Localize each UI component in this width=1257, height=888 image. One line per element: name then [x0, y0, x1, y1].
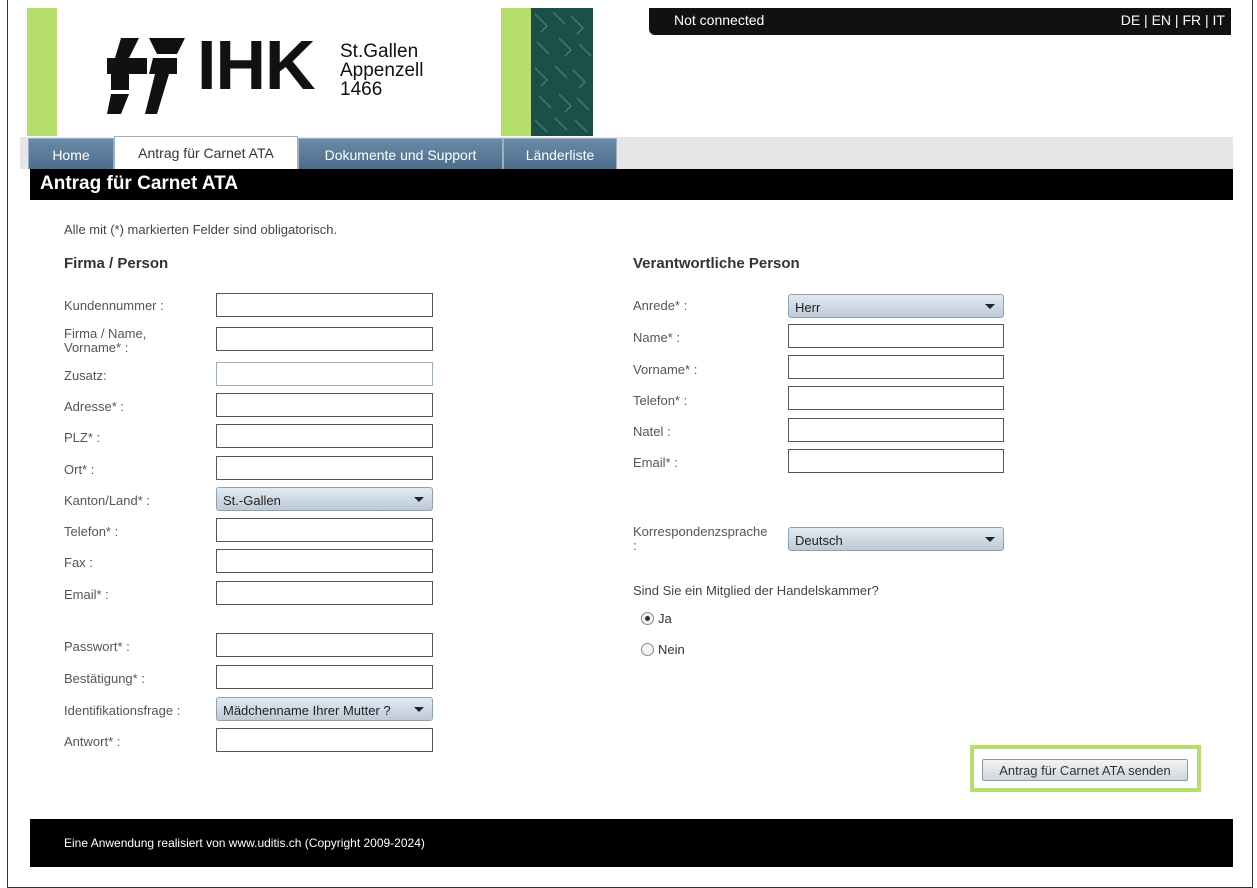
bestaetigung-input[interactable]	[216, 665, 433, 689]
label-sprache-line: :	[633, 538, 637, 553]
radio-unselected-icon[interactable]	[641, 643, 654, 656]
member-option-ja[interactable]: Ja	[641, 611, 672, 626]
passwort-input[interactable]	[216, 633, 433, 657]
label-sprache-line: Korrespondenzsprache	[633, 524, 768, 539]
section-title-person: Verantwortliche Person	[633, 255, 800, 272]
person-telefon-input[interactable]	[788, 386, 1004, 410]
kundennummer-input[interactable]	[216, 293, 433, 317]
label-adresse: Adresse* :	[64, 399, 124, 414]
anrede-select[interactable]: Herr	[788, 294, 1004, 318]
chamber-name-line: St.Gallen	[340, 41, 419, 62]
label-vorname: Vorname* :	[633, 362, 698, 377]
required-fields-note: Alle mit (*) markierten Felder sind obli…	[64, 222, 338, 237]
lang-en[interactable]: EN	[1152, 12, 1171, 28]
fax-input[interactable]	[216, 549, 433, 573]
green-accent-bar	[501, 8, 531, 136]
telefon-input[interactable]	[216, 518, 433, 542]
label-natel: Natel :	[633, 424, 671, 439]
label-bestaetigung: Bestätigung* :	[64, 671, 145, 686]
plz-input[interactable]	[216, 424, 433, 448]
firma-name-input[interactable]	[216, 327, 433, 351]
label-ort: Ort* :	[64, 462, 95, 477]
tab-laenderliste[interactable]: Länderliste	[503, 138, 617, 169]
tab-home[interactable]: Home	[28, 138, 114, 169]
kanton-select[interactable]: St.-Gallen	[216, 487, 433, 511]
tab-dokumente-support[interactable]: Dokumente und Support	[298, 138, 503, 169]
lang-fr[interactable]: FR	[1182, 12, 1201, 28]
name-input[interactable]	[788, 324, 1004, 348]
label-kundennummer: Kundennummer :	[64, 298, 164, 313]
connection-status: Not connected	[674, 12, 765, 28]
label-identifikationsfrage: Identifikationsfrage :	[64, 703, 181, 718]
member-question: Sind Sie ein Mitglied der Handelskammer?	[633, 583, 879, 598]
label-email: Email* :	[64, 587, 109, 602]
header-banner: IHK St.Gallen Appenzell 1466	[27, 8, 593, 136]
label-kanton: Kanton/Land* :	[64, 493, 151, 508]
label-name: Name* :	[633, 330, 680, 345]
member-option-label: Nein	[658, 642, 685, 657]
label-firma-line: Vorname* :	[64, 340, 129, 355]
footer: Eine Anwendung realisiert von www.uditis…	[30, 819, 1233, 867]
ort-input[interactable]	[216, 456, 433, 480]
label-fax: Fax :	[64, 555, 93, 570]
label-anrede: Anrede* :	[633, 298, 688, 313]
status-bar: Not connected DE | EN | FR | IT	[649, 8, 1231, 35]
label-zusatz: Zusatz:	[64, 368, 107, 383]
person-email-input[interactable]	[788, 449, 1004, 473]
zusatz-input[interactable]	[216, 362, 433, 386]
label-person-email: Email* :	[633, 455, 678, 470]
korrespondenzsprache-select-value: Deutsch	[795, 533, 843, 548]
identifikationsfrage-select[interactable]: Mädchenname Ihrer Mutter ?	[216, 697, 433, 721]
chamber-name: St.Gallen Appenzell 1466	[340, 42, 423, 99]
anrede-select-value: Herr	[795, 300, 821, 315]
label-korrespondenzsprache: Korrespondenzsprache :	[633, 525, 767, 553]
chevron-down-icon	[985, 304, 995, 309]
chamber-year: 1466	[340, 79, 383, 100]
green-accent-bar	[27, 8, 57, 136]
label-antwort: Antwort* :	[64, 734, 121, 749]
kanton-select-value: St.-Gallen	[223, 493, 281, 508]
nav-bar: Home Antrag für Carnet ATA Dokumente und…	[20, 136, 1233, 169]
submit-highlight: Antrag für Carnet ATA senden	[970, 745, 1201, 792]
member-option-label: Ja	[658, 611, 672, 626]
chevron-down-icon	[985, 537, 995, 542]
lang-de[interactable]: DE	[1121, 12, 1140, 28]
chevron-down-icon	[414, 497, 424, 502]
chamber-name-line: Appenzell	[340, 60, 424, 81]
member-option-nein[interactable]: Nein	[641, 642, 685, 657]
label-person-telefon: Telefon* :	[633, 393, 688, 408]
decorative-pattern	[531, 8, 593, 136]
submit-button[interactable]: Antrag für Carnet ATA senden	[982, 759, 1188, 781]
label-firma-line: Firma / Name,	[64, 326, 147, 341]
section-title-firma: Firma / Person	[64, 255, 169, 272]
email-input[interactable]	[216, 581, 433, 605]
lang-it[interactable]: IT	[1213, 12, 1225, 28]
label-telefon: Telefon* :	[64, 524, 119, 539]
ihk-logo-text: IHK	[197, 26, 316, 104]
adresse-input[interactable]	[216, 393, 433, 417]
antwort-input[interactable]	[216, 728, 433, 752]
chevron-down-icon	[414, 707, 424, 712]
label-plz: PLZ* :	[64, 430, 101, 445]
ihk-logo-mark	[107, 38, 185, 114]
tab-antrag-carnet-ata[interactable]: Antrag für Carnet ATA	[114, 136, 298, 169]
vorname-input[interactable]	[788, 355, 1004, 379]
label-passwort: Passwort* :	[64, 639, 130, 654]
korrespondenzsprache-select[interactable]: Deutsch	[788, 527, 1004, 551]
label-firma: Firma / Name, Vorname* :	[64, 327, 146, 355]
radio-selected-icon[interactable]	[641, 612, 654, 625]
identifikationsfrage-select-value: Mädchenname Ihrer Mutter ?	[223, 703, 391, 718]
natel-input[interactable]	[788, 418, 1004, 442]
language-switcher: DE | EN | FR | IT	[1120, 12, 1225, 28]
page-title: Antrag für Carnet ATA	[30, 169, 1233, 200]
